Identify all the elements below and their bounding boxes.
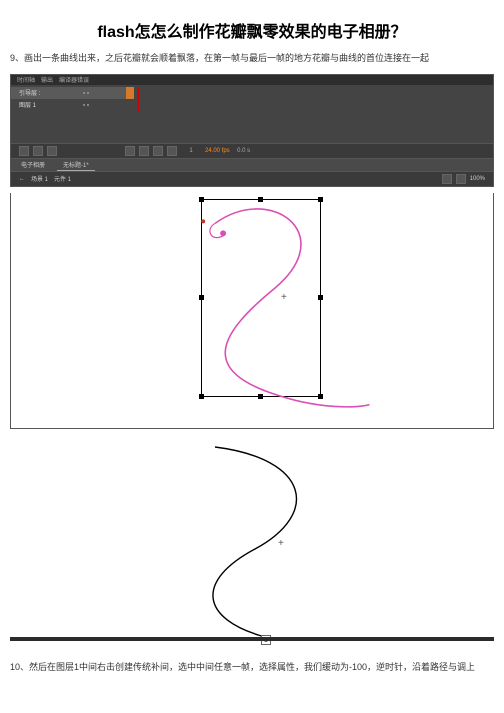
- scene-bar: ← 场景 1 元件 1 100%: [11, 172, 493, 186]
- tab-timeline[interactable]: 时间轴: [17, 75, 35, 84]
- layer-1-label: 图层 1: [19, 100, 79, 109]
- delete-layer-icon[interactable]: [47, 146, 57, 156]
- document-tabs: 电子相册 无标题-1*: [11, 158, 493, 172]
- symbol-label[interactable]: 元件 1: [54, 174, 71, 183]
- timeline-guide-cells[interactable]: [126, 87, 493, 99]
- zoom-value[interactable]: 100%: [470, 176, 485, 182]
- handle-br[interactable]: [318, 394, 323, 399]
- black-curve-svg: [10, 439, 494, 651]
- new-layer-icon[interactable]: [19, 146, 29, 156]
- layer-1-icons: [83, 104, 89, 106]
- edit-scene-icon[interactable]: [442, 174, 452, 184]
- page-container: flash怎怎么制作花瓣飘零效果的电子相册？ 9、画出一条曲线出来，之后花瓣就会…: [0, 18, 504, 674]
- layer-row-guide[interactable]: 引导层 :: [11, 87, 493, 99]
- center-frame-icon[interactable]: [153, 146, 163, 156]
- edit-symbol-icon[interactable]: [456, 174, 466, 184]
- dot-icon: [87, 104, 89, 106]
- center-crosshair-icon: +: [278, 539, 284, 549]
- playhead-icon[interactable]: [138, 87, 139, 99]
- layer-guide-label: 引导层 :: [19, 88, 79, 97]
- playhead-icon[interactable]: [138, 99, 139, 111]
- handle-bm[interactable]: [258, 394, 263, 399]
- layer-row-1[interactable]: 图层 1: [11, 99, 493, 111]
- timeline-footer: 1 24.00 fps 0.0 s: [11, 143, 493, 158]
- handle-tm[interactable]: [258, 197, 263, 202]
- scene-label[interactable]: 场景 1: [31, 174, 48, 183]
- new-folder-icon[interactable]: [33, 146, 43, 156]
- timeline-layer1-cells[interactable]: [126, 99, 493, 111]
- dot-icon: [87, 92, 89, 94]
- back-arrow-icon[interactable]: ←: [19, 176, 25, 182]
- elapsed-time: 0.0 s: [234, 148, 254, 154]
- dot-icon: [83, 92, 85, 94]
- doc-tab-album[interactable]: 电子相册: [15, 159, 51, 170]
- edit-frames-icon[interactable]: [139, 146, 149, 156]
- fps-value: 24.00 fps: [205, 148, 230, 154]
- flash-ui-screenshot: 时间轴 输出 编译器错误 引导层 : 图层 1: [10, 74, 494, 187]
- center-crosshair-icon: +: [281, 293, 287, 303]
- tab-output[interactable]: 输出: [41, 75, 53, 84]
- handle-tr[interactable]: [318, 197, 323, 202]
- selection-bounding-box[interactable]: [201, 199, 321, 397]
- doc-tab-untitled[interactable]: 无标题-1*: [57, 159, 95, 171]
- layer-guide-icons: [83, 92, 89, 94]
- tab-compiler-errors[interactable]: 编译器错误: [59, 75, 89, 84]
- handle-bl[interactable]: [199, 394, 204, 399]
- base-line: [10, 637, 494, 641]
- loop-icon[interactable]: [167, 146, 177, 156]
- handle-tl[interactable]: [199, 197, 204, 202]
- onion-skin-icon[interactable]: [125, 146, 135, 156]
- black-curve-figure: +: [10, 439, 494, 651]
- step-9-text: 9、画出一条曲线出来，之后花瓣就会顺着飘落，在第一帧与最后一帧的地方花瓣与曲线的…: [10, 52, 494, 66]
- page-title: flash怎怎么制作花瓣飘零效果的电子相册？: [0, 18, 504, 42]
- handle-mr[interactable]: [318, 295, 323, 300]
- current-frame: 1: [181, 148, 201, 154]
- step-10-text: 10、然后在图层1中间右击创建传统补间，选中中间任意一帧，选择属性，我们缓动为-…: [10, 661, 494, 675]
- dot-icon: [83, 104, 85, 106]
- canvas-area: +: [10, 193, 494, 429]
- handle-ml[interactable]: [199, 295, 204, 300]
- layers-panel: 引导层 : 图层 1: [11, 85, 493, 143]
- panel-tabs: 时间轴 输出 编译器错误: [11, 75, 493, 85]
